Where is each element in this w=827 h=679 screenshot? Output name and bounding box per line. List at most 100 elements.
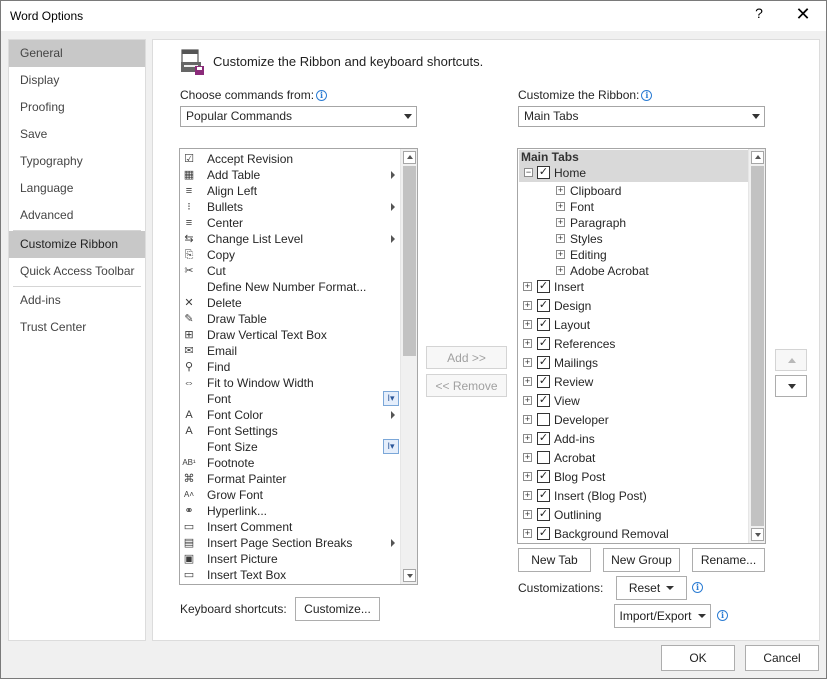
list-item[interactable]: ⇔ Fit to Window Width — [181, 375, 399, 391]
list-item[interactable]: ⎘ Copy — [181, 247, 399, 263]
list-item[interactable]: ⌘ Format Painter — [181, 471, 399, 487]
help-button[interactable]: ? — [749, 5, 769, 25]
list-item[interactable]: ≡ Align Left — [181, 183, 399, 199]
expand-icon[interactable]: + — [523, 358, 532, 367]
expand-icon[interactable]: + — [556, 266, 565, 275]
list-item[interactable]: ⊞ Draw Vertical Text Box — [181, 327, 399, 343]
expand-icon[interactable]: + — [556, 186, 565, 195]
move-up-button[interactable] — [775, 349, 807, 371]
collapse-icon[interactable]: − — [524, 168, 533, 177]
tree-item-tab[interactable]: + ✓ View — [519, 392, 749, 410]
expand-icon[interactable]: + — [556, 202, 565, 211]
expand-icon[interactable]: + — [523, 339, 532, 348]
cancel-button[interactable]: Cancel — [745, 645, 819, 671]
nav-item-typography[interactable]: Typography — [9, 148, 145, 175]
nav-item-quick-access-toolbar[interactable]: Quick Access Toolbar — [9, 258, 145, 285]
checkbox[interactable]: ✓ — [537, 527, 550, 540]
nav-item-display[interactable]: Display — [9, 67, 145, 94]
import-export-button[interactable]: Import/Export — [614, 604, 711, 628]
reset-button[interactable]: Reset — [616, 576, 687, 600]
expand-icon[interactable]: + — [523, 472, 532, 481]
info-icon[interactable]: i — [717, 610, 728, 621]
nav-item-customize-ribbon[interactable]: Customize Ribbon — [9, 231, 145, 258]
expand-icon[interactable]: + — [523, 396, 532, 405]
list-item[interactable]: Font I▾ — [181, 391, 399, 407]
checkbox[interactable]: ✓ — [537, 375, 550, 388]
tree-item-tab[interactable]: + ✓ Outlining — [519, 506, 749, 524]
checkbox[interactable] — [537, 451, 550, 464]
move-down-button[interactable] — [775, 375, 807, 397]
tree-item-tab[interactable]: + Developer — [519, 411, 749, 429]
nav-item-save[interactable]: Save — [9, 121, 145, 148]
list-item[interactable]: ⁝ Bullets — [181, 199, 399, 215]
info-icon[interactable]: i — [316, 90, 328, 101]
expand-icon[interactable]: + — [523, 529, 532, 538]
expand-icon[interactable]: + — [556, 250, 565, 259]
expand-icon[interactable]: + — [556, 234, 565, 243]
new-tab-button[interactable]: New Tab — [518, 548, 591, 572]
tree-item-tab[interactable]: + ✓ Insert (Blog Post) — [519, 487, 749, 505]
list-item[interactable]: ☑ Accept Revision — [181, 151, 399, 167]
checkbox[interactable]: ✓ — [537, 489, 550, 502]
list-item[interactable]: Define New Number Format... — [181, 279, 399, 295]
list-item[interactable]: ▦ Add Table — [181, 167, 399, 183]
new-group-button[interactable]: New Group — [603, 548, 680, 572]
expand-icon[interactable]: + — [523, 377, 532, 386]
info-icon[interactable]: i — [641, 90, 653, 101]
expand-icon[interactable]: + — [523, 301, 532, 310]
info-icon[interactable]: i — [692, 582, 703, 593]
scroll-up-button[interactable] — [403, 151, 416, 164]
tree-item-tab[interactable]: + ✓ Insert — [519, 278, 749, 296]
checkbox[interactable]: ✓ — [537, 299, 550, 312]
scroll-up-button[interactable] — [751, 151, 764, 164]
checkbox[interactable]: ✓ — [537, 432, 550, 445]
expand-icon[interactable]: + — [523, 415, 532, 424]
expand-icon[interactable]: + — [523, 282, 532, 291]
nav-item-trust-center[interactable]: Trust Center — [9, 314, 145, 341]
expand-icon[interactable]: + — [523, 491, 532, 500]
commands-scrollbar[interactable] — [400, 149, 417, 584]
expand-icon[interactable]: + — [523, 510, 532, 519]
expand-icon[interactable]: + — [523, 434, 532, 443]
scroll-thumb[interactable] — [751, 166, 764, 526]
remove-button[interactable]: << Remove — [426, 374, 507, 397]
ribbon-tree[interactable]: Main Tabs − ✓ Home + Clipboard + Font + Paragrap… — [517, 148, 766, 544]
customize-shortcuts-button[interactable]: Customize... — [295, 597, 380, 621]
list-item[interactable]: ✉ Email — [181, 343, 399, 359]
checkbox[interactable]: ✓ — [537, 318, 550, 331]
add-button[interactable]: Add >> — [426, 346, 507, 369]
ribbon-tabs-dropdown[interactable]: Main Tabs — [518, 106, 765, 127]
tree-item-tab[interactable]: + ✓ Review — [519, 373, 749, 391]
rename-button[interactable]: Rename... — [692, 548, 765, 572]
checkbox[interactable]: ✓ — [537, 337, 550, 350]
scroll-down-button[interactable] — [403, 569, 416, 582]
nav-item-general[interactable]: General — [9, 40, 145, 67]
expand-icon[interactable]: + — [556, 218, 565, 227]
close-button[interactable]: ✕ — [791, 4, 815, 26]
nav-item-proofing[interactable]: Proofing — [9, 94, 145, 121]
list-item[interactable]: ✎ Draw Table — [181, 311, 399, 327]
tree-item-tab[interactable]: + ✓ Layout — [519, 316, 749, 334]
nav-item-language[interactable]: Language — [9, 175, 145, 202]
checkbox[interactable]: ✓ — [537, 394, 550, 407]
expand-icon[interactable]: + — [523, 453, 532, 462]
expand-icon[interactable]: + — [523, 320, 532, 329]
list-item[interactable]: ▤ Insert Page Section Breaks — [181, 535, 399, 551]
checkbox[interactable] — [537, 413, 550, 426]
tree-item-home[interactable]: − ✓ Home — [519, 164, 748, 182]
list-item[interactable]: A Font Settings — [181, 423, 399, 439]
list-item[interactable]: ⚭ Hyperlink... — [181, 503, 399, 519]
list-item[interactable]: Font Size I▾ — [181, 439, 399, 455]
tree-item-tab[interactable]: + ✓ Mailings — [519, 354, 749, 372]
scroll-thumb[interactable] — [403, 166, 416, 356]
checkbox[interactable]: ✓ — [537, 280, 550, 293]
list-item[interactable]: ▭ Insert Comment — [181, 519, 399, 535]
ok-button[interactable]: OK — [661, 645, 735, 671]
list-item[interactable]: ⇆ Change List Level — [181, 231, 399, 247]
list-item[interactable]: ⚲ Find — [181, 359, 399, 375]
tree-scrollbar[interactable] — [748, 149, 765, 543]
list-item[interactable]: ▭ Insert Text Box — [181, 567, 399, 583]
tree-item-tab[interactable]: + ✓ References — [519, 335, 749, 353]
checkbox[interactable]: ✓ — [537, 470, 550, 483]
list-item[interactable]: ✂ Cut — [181, 263, 399, 279]
